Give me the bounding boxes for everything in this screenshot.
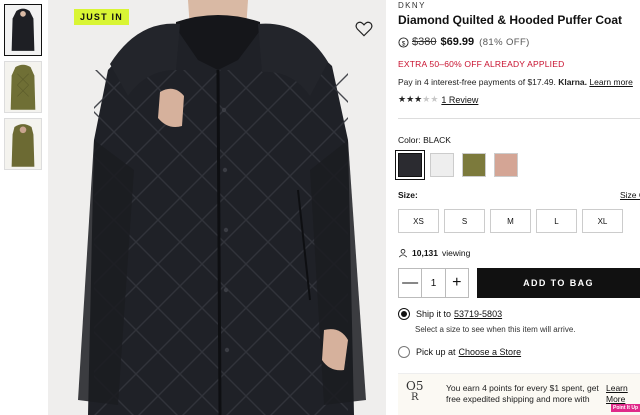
thumbnail-list [4, 4, 44, 175]
size-chart-link[interactable]: Size C [620, 190, 640, 200]
product-main-image[interactable] [48, 0, 386, 415]
brand-name[interactable]: DKNY [398, 1, 426, 10]
rewards-learn-more-link[interactable]: Learn More [606, 383, 638, 405]
ship-prefix: Ship it to [416, 309, 452, 319]
star-icon: ★ [406, 94, 415, 104]
rewards-logo-top: O5 [406, 379, 424, 393]
selected-color: BLACK [423, 135, 451, 145]
rewards-logo-bottom: R [411, 392, 419, 403]
ship-note: Select a size to see when this item will… [415, 325, 576, 334]
color-label: Color: BLACK [398, 135, 451, 145]
rewards-banner: O5 R You earn 4 points for every $1 spen… [398, 373, 640, 415]
viewer-number: 10,131 [412, 248, 438, 258]
wishlist-button[interactable] [354, 19, 374, 39]
swatch-white[interactable] [430, 153, 454, 177]
svg-text:$: $ [402, 40, 406, 47]
quantity-value[interactable]: 1 [421, 269, 446, 297]
pickup-radio[interactable] [398, 346, 410, 358]
size-option-s[interactable]: S [444, 209, 485, 233]
discount-percent: (81% OFF) [479, 36, 530, 48]
info-circle-icon[interactable]: $ [398, 36, 409, 48]
coat-illustration [48, 0, 386, 415]
ship-radio[interactable] [398, 308, 410, 320]
viewing-count: 10,131 viewing [398, 248, 470, 258]
thumbnail-olive-image [5, 62, 41, 112]
just-in-badge: JUST IN [74, 9, 129, 25]
pickup-option: Pick up at Choose a Store [398, 346, 521, 358]
reviews-link[interactable]: 1 Review [441, 95, 478, 105]
heart-icon [355, 21, 373, 37]
quantity-decrease-button[interactable]: — [399, 269, 421, 297]
klarna-logo: Klarna. [558, 77, 588, 87]
size-option-m[interactable]: M [490, 209, 531, 233]
choose-store-link[interactable]: Choose a Store [459, 347, 522, 357]
quantity-stepper: — 1 + [398, 268, 469, 298]
product-details: DKNY Diamond Quilted & Hooded Puffer Coa… [395, 0, 640, 415]
viewing-text: viewing [442, 248, 471, 258]
price-row: $ $380 $69.99 (81% OFF) [398, 36, 530, 48]
ship-option: Ship it to 53719-5803 [398, 308, 502, 320]
point-it-up-badge[interactable]: Point It Up [611, 404, 640, 412]
thumbnail-olive-back-image [5, 119, 41, 169]
swatch-blush[interactable] [494, 153, 518, 177]
person-icon [398, 249, 408, 258]
thumbnail-black[interactable] [4, 4, 42, 56]
klarna-learn-more-link[interactable]: Learn more [589, 77, 632, 87]
add-to-bag-button[interactable]: ADD TO BAG [477, 268, 640, 298]
swatch-black[interactable] [395, 150, 425, 180]
size-options: XS S M L XL [398, 209, 623, 233]
product-title: Diamond Quilted & Hooded Puffer Coat [398, 13, 622, 27]
quantity-increase-button[interactable]: + [446, 269, 468, 297]
color-swatches [395, 150, 518, 180]
thumbnail-olive-back[interactable] [4, 118, 42, 170]
size-option-xs[interactable]: XS [398, 209, 439, 233]
star-rating: ★★★★★ [398, 94, 438, 105]
star-icon: ★ [398, 94, 407, 104]
sale-price: $69.99 [440, 36, 475, 48]
thumbnail-black-image [5, 5, 41, 55]
klarna-text: Pay in 4 interest-free payments of $17.4… [398, 77, 556, 87]
size-option-xl[interactable]: XL [582, 209, 623, 233]
star-empty-icon: ★ [430, 94, 439, 104]
promo-message: EXTRA 50–60% OFF ALREADY APPLIED [398, 59, 565, 69]
rewards-logo: O5 R [406, 380, 423, 404]
thumbnail-olive[interactable] [4, 61, 42, 113]
divider [398, 118, 640, 119]
size-label: Size: [398, 190, 418, 200]
zip-code-link[interactable]: 53719-5803 [454, 309, 502, 319]
rating-row: ★★★★★ 1 Review [398, 94, 478, 105]
rewards-text: You earn 4 points for every $1 spent, ge… [446, 383, 599, 404]
size-option-l[interactable]: L [536, 209, 577, 233]
klarna-message: Pay in 4 interest-free payments of $17.4… [398, 77, 633, 87]
pickup-prefix: Pick up at [416, 347, 456, 357]
color-label-text: Color: [398, 135, 421, 145]
swatch-olive[interactable] [462, 153, 486, 177]
original-price: $380 [412, 36, 437, 48]
